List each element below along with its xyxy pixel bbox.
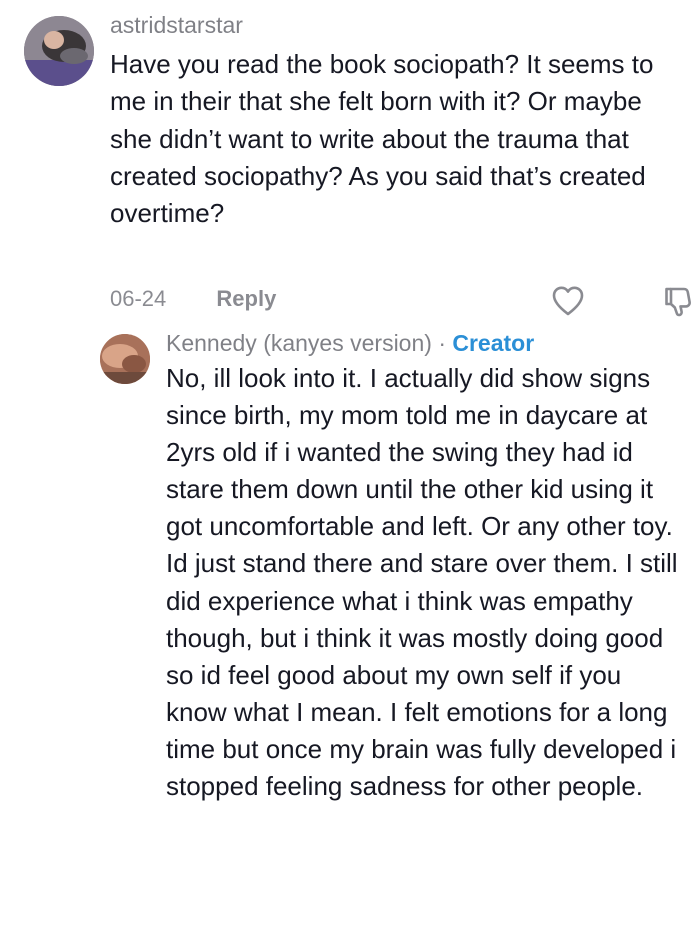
creator-badge: Creator	[452, 330, 535, 356]
avatar-image	[24, 16, 94, 86]
avatar[interactable]	[24, 16, 94, 86]
reply-text: No, ill look into it. I actually did sho…	[166, 363, 678, 802]
avatar-image	[100, 334, 150, 384]
heart-outline-icon	[552, 286, 584, 316]
username[interactable]: Kennedy (kanyes version)	[166, 330, 432, 356]
thumbs-down-icon	[665, 287, 691, 317]
username[interactable]: astridstarstar	[110, 10, 670, 40]
separator-dot: ·	[438, 330, 446, 356]
dislike-button[interactable]	[660, 283, 696, 319]
reply-header: Kennedy (kanyes version) · Creator	[166, 328, 686, 358]
comment-meta: 06-24 Reply	[110, 282, 276, 316]
avatar[interactable]	[100, 334, 150, 384]
comment-text: Have you read the book sociopath? It see…	[110, 49, 654, 229]
reply-button[interactable]: Reply	[216, 282, 276, 316]
like-button[interactable]	[550, 283, 586, 319]
comment-date: 06-24	[110, 286, 167, 311]
